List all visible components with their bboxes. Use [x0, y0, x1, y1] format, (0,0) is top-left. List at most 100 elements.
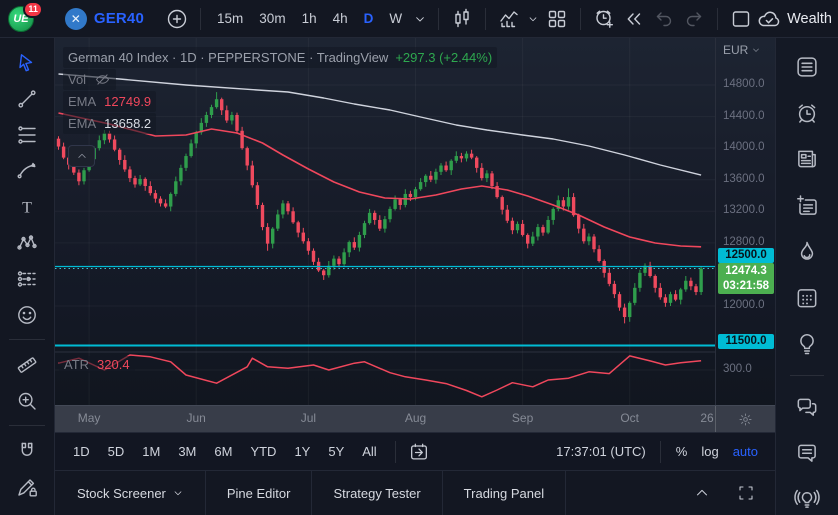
- divider: [717, 7, 719, 30]
- fullscreen-button[interactable]: [731, 478, 761, 508]
- range-5d[interactable]: 5D: [100, 441, 133, 462]
- time-label-may: May: [77, 411, 101, 425]
- divider: [394, 440, 396, 463]
- tab-strategy-tester[interactable]: Strategy Tester: [312, 471, 443, 515]
- brush-icon: [15, 159, 39, 183]
- panel-controls: [687, 478, 775, 508]
- redo-button[interactable]: [679, 4, 709, 34]
- interval-menu-button[interactable]: [410, 4, 430, 34]
- range-ytd[interactable]: YTD: [242, 441, 284, 462]
- range-all[interactable]: All: [354, 441, 384, 462]
- sidebar-calendar-button[interactable]: [788, 282, 826, 313]
- forecast-icon: [15, 267, 39, 291]
- tool-text[interactable]: T: [8, 192, 46, 221]
- note-plus-icon: [794, 193, 820, 219]
- session-clock[interactable]: 17:37:01 (UTC): [550, 441, 652, 462]
- gear-icon: [737, 411, 754, 428]
- tab-trading-panel[interactable]: Trading Panel: [443, 471, 567, 515]
- candlestick-chart[interactable]: [55, 38, 715, 405]
- layout-grid-button[interactable]: [542, 4, 572, 34]
- tool-xabcd-pattern[interactable]: [8, 228, 46, 257]
- range-1m[interactable]: 1M: [134, 441, 168, 462]
- level-price-tag-11500: 11500.0: [718, 334, 774, 349]
- symbol-search[interactable]: ✕ GER40: [64, 7, 162, 30]
- divider: [659, 440, 661, 463]
- watchlist-icon: [794, 54, 820, 80]
- last-price: 12474.3: [725, 265, 767, 277]
- tool-cursor[interactable]: [8, 48, 46, 77]
- interval-15m[interactable]: 15m: [209, 6, 251, 32]
- tab-stock-screener[interactable]: Stock Screener: [55, 471, 206, 515]
- auto-scale-button[interactable]: auto: [726, 441, 765, 462]
- interval-1h[interactable]: 1h: [294, 6, 325, 32]
- indicators-icon: [497, 7, 521, 31]
- chevron-down-icon: [751, 45, 761, 55]
- create-alert-button[interactable]: [589, 4, 619, 34]
- tool-brush[interactable]: [8, 156, 46, 185]
- chart-style-button[interactable]: [447, 4, 477, 34]
- pane-collapse-button[interactable]: [68, 145, 95, 167]
- goto-date-button[interactable]: [404, 437, 434, 467]
- time-axis-labels: May Jun Jul Aug Sep Oct 26: [55, 406, 715, 432]
- tradingview-app: UE 11 ✕ GER40 15m 30m 1h 4h D W Wealth T…: [0, 0, 838, 515]
- emoji-smiley-icon: [15, 303, 39, 327]
- tool-magnet[interactable]: [8, 436, 46, 465]
- trend-line-icon: [15, 87, 39, 111]
- broker-logo[interactable]: UE 11: [8, 0, 43, 35]
- tool-fib-retracement[interactable]: [8, 120, 46, 149]
- panel-expand-button[interactable]: [687, 478, 717, 508]
- sidebar-chat-button[interactable]: [788, 437, 826, 468]
- range-3m[interactable]: 3M: [170, 441, 204, 462]
- range-1d[interactable]: 1D: [65, 441, 98, 462]
- interval-w[interactable]: W: [381, 6, 410, 32]
- tool-trend-line[interactable]: [8, 84, 46, 113]
- percent-scale-button[interactable]: %: [669, 441, 695, 462]
- tool-forecast[interactable]: [8, 264, 46, 293]
- tool-measure[interactable]: [8, 350, 46, 379]
- sidebar-ideas-button[interactable]: [788, 329, 826, 360]
- symbol-name[interactable]: GER40: [94, 10, 144, 27]
- range-6m[interactable]: 6M: [206, 441, 240, 462]
- indicators-menu-button[interactable]: [524, 4, 542, 34]
- tool-emoji[interactable]: [8, 300, 46, 329]
- interval-4h[interactable]: 4h: [325, 6, 356, 32]
- range-toolbar: 1D 5D 1M 3M 6M YTD 1Y 5Y All 17:37:01 (UTC) % lo…: [55, 432, 775, 470]
- chevron-up-icon: [75, 149, 89, 163]
- notification-badge: 11: [23, 0, 43, 18]
- range-5y[interactable]: 5Y: [320, 441, 352, 462]
- tab-pine-editor[interactable]: Pine Editor: [206, 471, 313, 515]
- bar-replay-button[interactable]: [619, 4, 649, 34]
- sidebar-hotlists-button[interactable]: [788, 236, 826, 267]
- currency-selector[interactable]: EUR: [723, 43, 761, 57]
- sidebar-alerts-button[interactable]: [788, 97, 826, 128]
- chart-settings-button[interactable]: [715, 406, 775, 432]
- undo-button[interactable]: [649, 4, 679, 34]
- interval-d[interactable]: D: [356, 6, 382, 32]
- bar-countdown: 03:21:58: [722, 280, 770, 292]
- price-axis[interactable]: EUR 14800.0 14400.0 14000.0 13600.0 13200.0 1…: [715, 38, 775, 405]
- range-1y[interactable]: 1Y: [286, 441, 318, 462]
- time-axis[interactable]: May Jun Jul Aug Sep Oct 26: [55, 405, 775, 432]
- sidebar-public-chats-button[interactable]: [788, 391, 826, 422]
- chat-bubbles-icon: [794, 394, 820, 420]
- sidebar-text-notes-button[interactable]: [788, 190, 826, 221]
- sidebar-ideas-stream-button[interactable]: [788, 484, 826, 515]
- tab-label: Pine Editor: [226, 485, 291, 501]
- right-sidebar: [775, 38, 838, 515]
- cloud-save-button[interactable]: [756, 4, 782, 34]
- tab-label: Stock Screener: [77, 485, 166, 501]
- chevron-down-icon: [412, 11, 428, 27]
- log-scale-button[interactable]: log: [694, 441, 725, 462]
- sidebar-watchlist-button[interactable]: [788, 51, 826, 82]
- main-area: T German 40 Index · 1D · PEPPERSTONE · T…: [0, 38, 838, 515]
- cloud-account-label[interactable]: Wealth: [787, 11, 832, 27]
- tool-lock-drawings[interactable]: [8, 472, 46, 501]
- snapshot-button[interactable]: [726, 4, 756, 34]
- text-icon: T: [15, 195, 39, 219]
- chart-plot[interactable]: German 40 Index · 1D · PEPPERSTONE · Tra…: [55, 38, 715, 405]
- add-symbol-button[interactable]: [162, 4, 192, 34]
- indicators-button[interactable]: [494, 4, 524, 34]
- sidebar-news-button[interactable]: [788, 144, 826, 175]
- tool-zoom-in[interactable]: [8, 386, 46, 415]
- interval-30m[interactable]: 30m: [251, 6, 293, 32]
